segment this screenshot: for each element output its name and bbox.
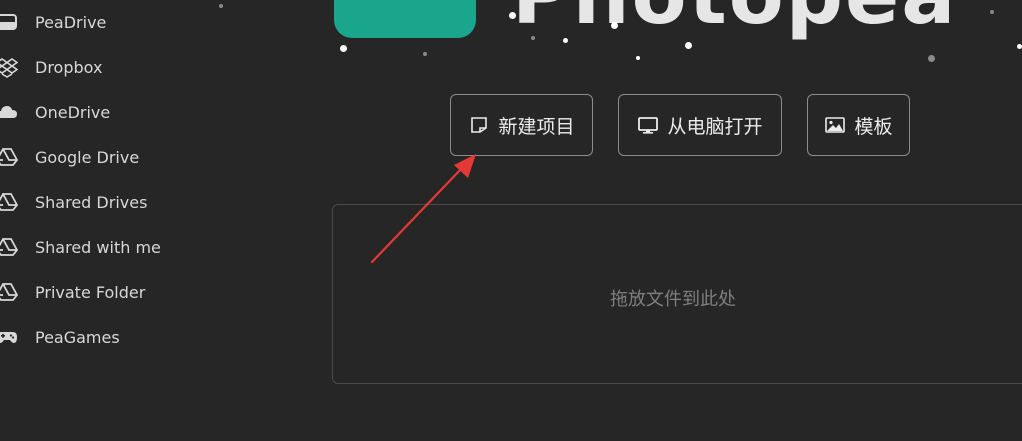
new-file-icon (468, 114, 490, 136)
sidebar-item-dropbox[interactable]: Dropbox (0, 53, 102, 81)
sparkle (685, 42, 692, 49)
templates-button[interactable]: 模板 (807, 94, 910, 156)
sparkle (1017, 44, 1022, 49)
sidebar-item-label: Google Drive (35, 147, 140, 167)
sidebar-item-peadrive[interactable]: PeaDrive (0, 8, 106, 36)
sparkle (219, 4, 223, 8)
sparkle (531, 36, 535, 40)
google-drive-icon (0, 191, 18, 213)
sparkle (928, 55, 935, 62)
sidebar-item-label: Private Folder (35, 282, 146, 302)
logo-wordmark: Photopea (512, 0, 957, 36)
gamepad-icon (0, 326, 18, 348)
sparkle (563, 38, 568, 43)
google-drive-icon (0, 236, 18, 258)
cloud-icon (0, 101, 18, 123)
sparkle (990, 10, 994, 14)
image-icon (824, 114, 846, 136)
new-project-button[interactable]: 新建项目 (450, 94, 593, 156)
google-drive-icon (0, 281, 18, 303)
photopea-logo-tile (334, 0, 476, 38)
sidebar-item-label: PeaDrive (35, 12, 107, 32)
sidebar-item-label: Shared Drives (35, 192, 148, 212)
google-drive-icon (0, 146, 18, 168)
sidebar-item-label: Shared with me (35, 237, 161, 257)
sidebar-item-label: OneDrive (35, 102, 111, 122)
sparkle (509, 12, 516, 19)
dropbox-icon (0, 56, 18, 78)
sidebar-item-label: Dropbox (35, 57, 103, 77)
monitor-icon (637, 114, 659, 136)
sidebar-item-peagames[interactable]: PeaGames (0, 323, 120, 351)
sidebar-item-shared-with-me[interactable]: Shared with me (0, 233, 161, 261)
sidebar-item-onedrive[interactable]: OneDrive (0, 98, 110, 126)
open-from-computer-button[interactable]: 从电脑打开 (618, 94, 782, 156)
sidebar-item-shared-drives[interactable]: Shared Drives (0, 188, 147, 216)
drive-icon (0, 11, 18, 33)
sidebar-item-label: PeaGames (35, 327, 120, 347)
sparkle (636, 56, 640, 60)
sparkle (423, 52, 427, 56)
photopea-start-page: PeaDrive Dropbox OneDrive Google Drive S… (0, 0, 1022, 441)
storage-sidebar: PeaDrive Dropbox OneDrive Google Drive S… (0, 0, 300, 441)
drop-zone-hint: 拖放文件到此处 (610, 289, 736, 310)
file-drop-zone[interactable]: 拖放文件到此处 (332, 204, 1022, 384)
sidebar-item-google-drive[interactable]: Google Drive (0, 143, 139, 171)
sidebar-item-private-folder[interactable]: Private Folder (0, 278, 145, 306)
sparkle (340, 45, 347, 52)
sparkle (611, 22, 618, 29)
